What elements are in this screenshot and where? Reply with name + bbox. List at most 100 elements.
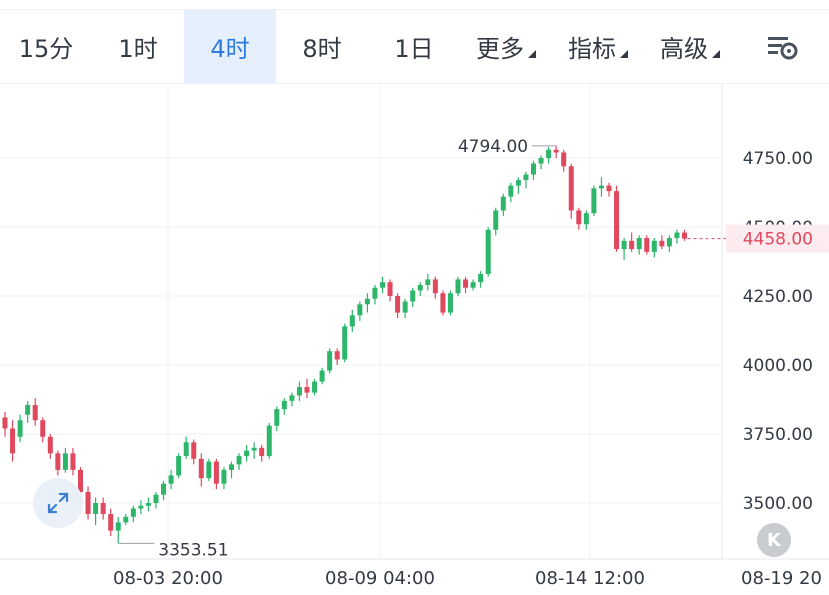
candle-body xyxy=(123,516,129,523)
tab-label: 1日 xyxy=(394,35,434,63)
candle-body xyxy=(183,442,189,457)
candle-body xyxy=(191,442,197,459)
candle-body xyxy=(10,428,16,454)
candle-body xyxy=(666,238,672,247)
candle-body xyxy=(546,149,552,158)
candle-body xyxy=(130,508,136,517)
x-tick-label: 08-09 04:00 xyxy=(325,568,435,589)
candle-body xyxy=(176,456,182,476)
candle-body xyxy=(206,461,212,479)
candle-body xyxy=(229,464,234,470)
candle-body xyxy=(327,351,333,371)
candle-body xyxy=(47,436,53,454)
candle-body xyxy=(364,298,370,305)
candle-body xyxy=(251,447,257,451)
candle-body xyxy=(244,450,250,457)
y-tick-label: 3500.00 xyxy=(743,494,813,514)
tab-2[interactable]: 4时 xyxy=(184,10,276,83)
candle-body xyxy=(561,152,567,167)
tab-3[interactable]: 8时 xyxy=(276,10,368,83)
candle-body xyxy=(576,210,582,225)
x-tick-label: 08-19 20 xyxy=(741,568,822,589)
candle-body xyxy=(636,238,642,250)
candle-body xyxy=(644,238,650,252)
candle-body xyxy=(538,158,544,164)
candle-body xyxy=(40,420,46,437)
candle-body xyxy=(281,400,287,410)
candle-body xyxy=(372,287,378,299)
candle-body xyxy=(274,409,280,426)
jump-to-latest-button[interactable]: K xyxy=(757,523,791,557)
candle-body xyxy=(485,229,491,274)
candle-body xyxy=(70,453,76,470)
candle-body xyxy=(568,166,574,211)
chart-settings-icon[interactable] xyxy=(764,30,800,62)
candle-body xyxy=(2,417,8,429)
candle-body xyxy=(93,503,99,515)
candle-body xyxy=(145,503,151,506)
candle-body xyxy=(659,240,665,247)
candle-body xyxy=(25,405,31,415)
candle-body xyxy=(85,491,91,515)
candle-body xyxy=(168,475,174,484)
candle-body xyxy=(221,469,227,484)
candle-body xyxy=(651,240,657,252)
tab-label: 1时 xyxy=(118,35,158,63)
candle-body xyxy=(100,503,106,515)
candle-body xyxy=(304,387,310,393)
tab-6[interactable]: 指标 xyxy=(552,10,644,83)
tab-5[interactable]: 更多 xyxy=(460,10,552,83)
candle-body xyxy=(440,293,446,313)
candle-body xyxy=(138,505,144,509)
candle-body xyxy=(598,185,604,189)
tab-label: 4时 xyxy=(210,35,250,63)
candle-body xyxy=(425,279,431,285)
candle-body xyxy=(493,210,499,230)
candle-body xyxy=(349,315,355,327)
expand-button[interactable] xyxy=(33,478,83,528)
candle-body xyxy=(161,483,167,495)
candle-body xyxy=(629,240,635,250)
tab-7[interactable]: 高级 xyxy=(644,10,736,83)
candle-body xyxy=(432,279,438,294)
jump-to-latest-icon: K xyxy=(767,529,781,551)
candle-body xyxy=(478,273,484,283)
candle-body xyxy=(410,290,416,302)
low-price-label: 3353.51 xyxy=(158,540,228,560)
candle-body xyxy=(115,522,121,531)
candle-body xyxy=(312,381,318,393)
candle-body xyxy=(674,232,680,239)
candle-body xyxy=(259,447,265,457)
tab-0[interactable]: 15分 xyxy=(0,10,92,83)
candle-body xyxy=(682,232,687,239)
x-tick-label: 08-03 20:00 xyxy=(113,568,223,589)
candle-body xyxy=(402,301,408,313)
candle-body xyxy=(32,405,38,421)
dropdown-caret-icon xyxy=(528,49,536,58)
y-tick-label: 3750.00 xyxy=(743,425,813,445)
tab-4[interactable]: 1日 xyxy=(368,10,460,83)
x-tick-label: 08-14 12:00 xyxy=(535,568,645,589)
candle-body xyxy=(417,284,423,291)
candle-body xyxy=(395,296,401,313)
y-tick-label: 4750.00 xyxy=(743,149,813,169)
candle-body xyxy=(289,395,295,401)
candle-body xyxy=(500,196,506,211)
candle-body xyxy=(531,163,536,175)
candle-body xyxy=(380,282,385,288)
candle-body xyxy=(296,387,302,396)
dropdown-caret-icon xyxy=(620,49,628,58)
tab-label: 15分 xyxy=(18,35,74,63)
candle-body xyxy=(62,453,68,470)
tab-1[interactable]: 1时 xyxy=(92,10,184,83)
y-tick-label: 4250.00 xyxy=(743,287,813,307)
candle-body xyxy=(515,180,521,186)
candlestick-chart[interactable]: 4750.004500.004250.004000.003750.003500.… xyxy=(0,84,829,595)
candle-body xyxy=(108,514,114,531)
y-tick-label: 4000.00 xyxy=(743,356,813,376)
tab-label: 高级 xyxy=(660,35,708,63)
candle-body xyxy=(621,240,627,250)
candle-body xyxy=(508,185,514,197)
dropdown-caret-icon xyxy=(712,49,720,58)
expand-arrows-icon xyxy=(47,492,69,514)
